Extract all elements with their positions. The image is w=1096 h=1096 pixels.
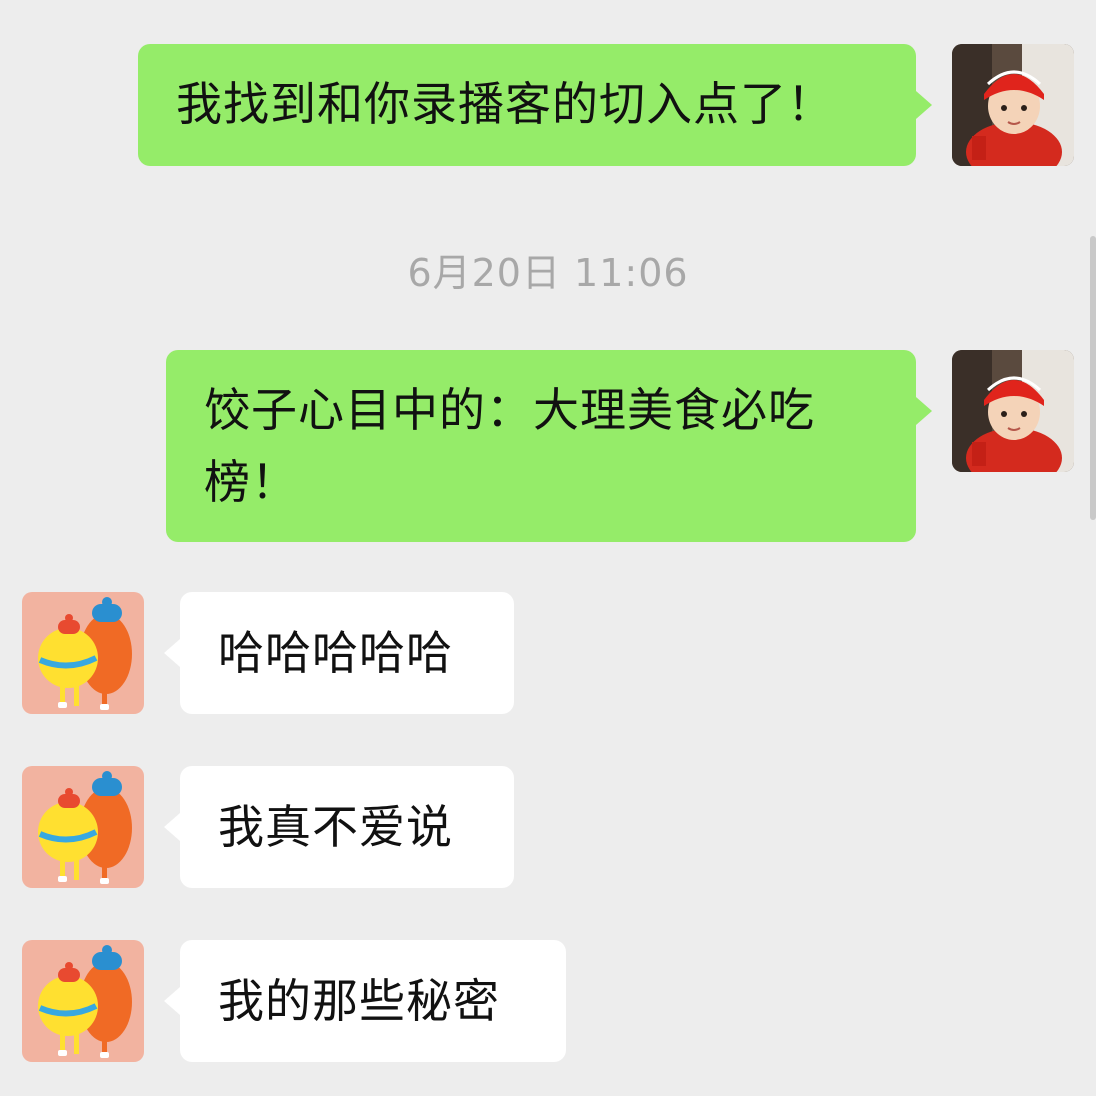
friend-message-bubble[interactable]: 哈哈哈哈哈 xyxy=(180,592,514,714)
friend-message-bubble[interactable]: 我真不爱说 xyxy=(180,766,514,888)
message-text: 我找到和你录播客的切入点了！ xyxy=(176,77,834,131)
friend-avatar-icon[interactable] xyxy=(22,940,144,1062)
message-row-friend: 我真不爱说 xyxy=(0,766,1096,888)
message-row-me: 我找到和你录播客的切入点了！ xyxy=(0,44,1096,166)
message-row-me: 饺子心目中的：大理美食必吃榜！ xyxy=(0,350,1096,542)
my-message-bubble[interactable]: 饺子心目中的：大理美食必吃榜！ xyxy=(166,350,916,542)
timestamp: 6月20日 11:06 xyxy=(407,251,689,295)
bubble-tail xyxy=(164,639,180,667)
chat-window: 我找到和你录播客的切入点了！ 6月20日 11:06 饺子心目中的：大理美食必吃 xyxy=(0,0,1096,1096)
message-text: 饺子心目中的：大理美食必吃榜！ xyxy=(204,383,815,509)
friend-avatar-icon[interactable] xyxy=(22,766,144,888)
message-text: 我的那些秘密 xyxy=(218,974,500,1028)
my-avatar-icon[interactable] xyxy=(952,350,1074,472)
my-avatar-icon[interactable] xyxy=(952,44,1074,166)
message-row-friend: 我的那些秘密 xyxy=(0,940,1096,1062)
scrollbar[interactable] xyxy=(1090,236,1096,520)
bubble-tail xyxy=(164,813,180,841)
bubble-tail xyxy=(916,91,932,119)
message-text: 我真不爱说 xyxy=(218,800,453,854)
friend-avatar-icon[interactable] xyxy=(22,592,144,714)
bubble-tail xyxy=(916,397,932,425)
my-message-bubble[interactable]: 我找到和你录播客的切入点了！ xyxy=(138,44,916,166)
message-row-friend: 哈哈哈哈哈 xyxy=(0,592,1096,714)
bubble-tail xyxy=(164,987,180,1015)
message-text: 哈哈哈哈哈 xyxy=(218,626,453,680)
friend-message-bubble[interactable]: 我的那些秘密 xyxy=(180,940,566,1062)
